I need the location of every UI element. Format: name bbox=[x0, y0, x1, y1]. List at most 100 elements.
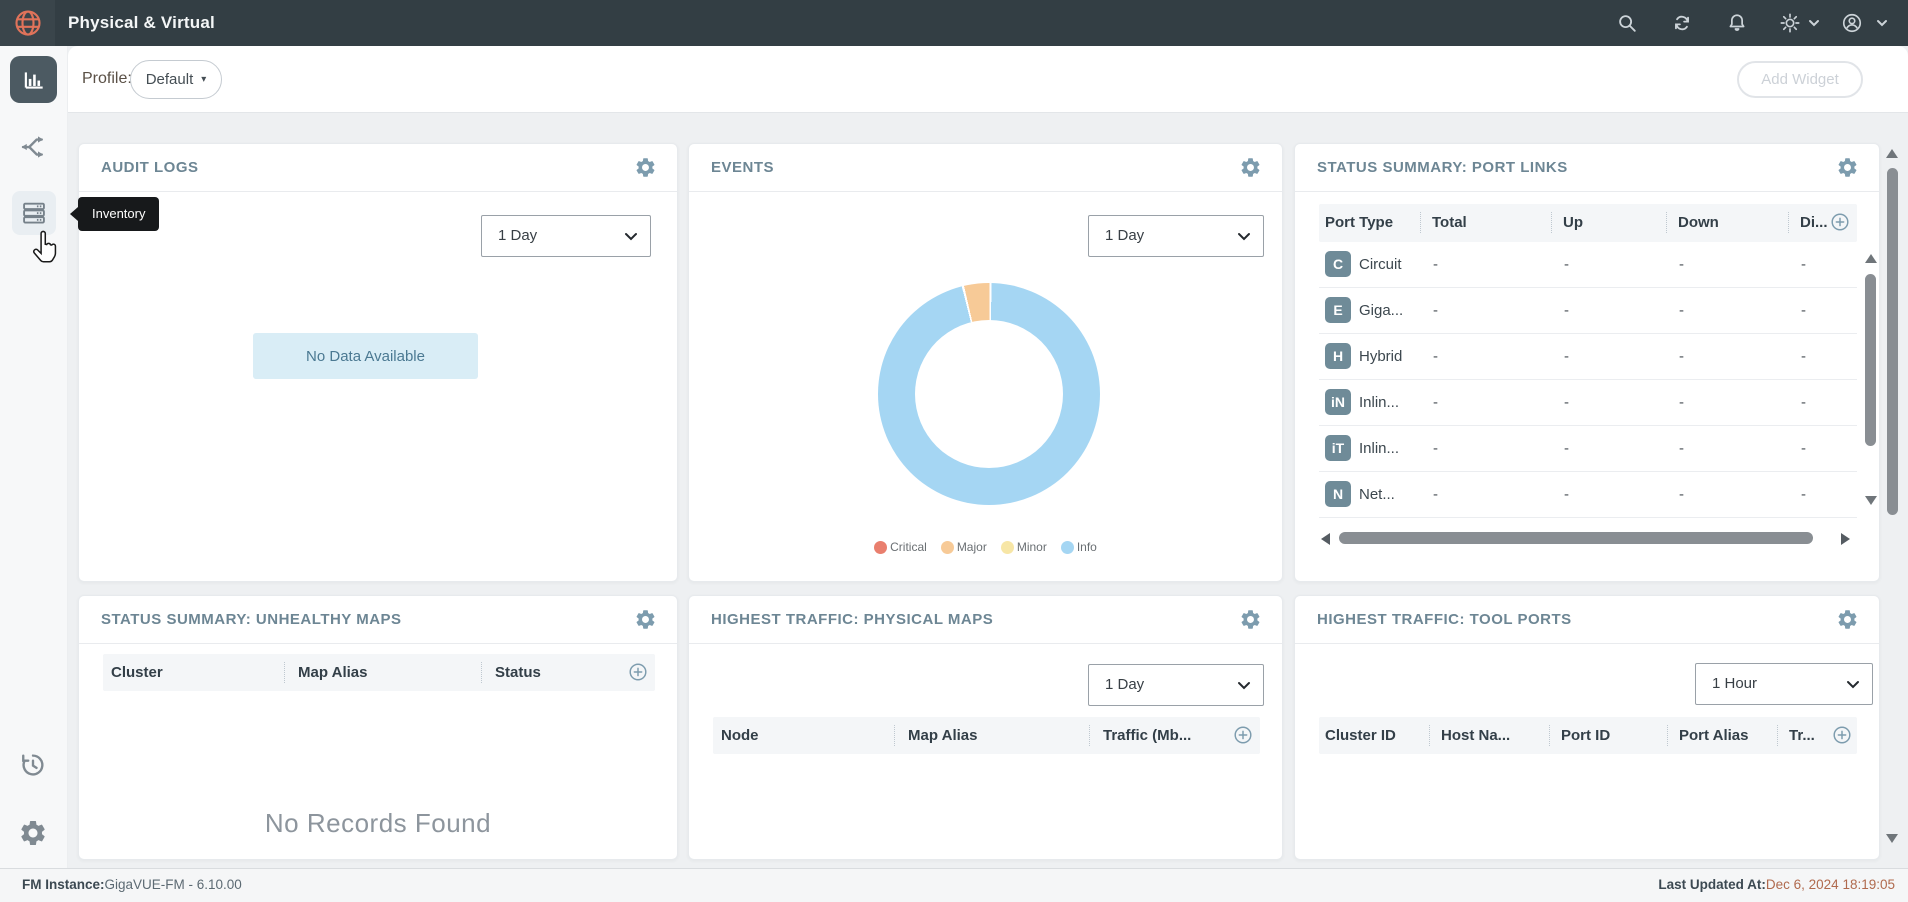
profile-select[interactable]: Default ▾ bbox=[130, 60, 222, 99]
user-chevron-down-icon[interactable] bbox=[1876, 18, 1888, 28]
user-account-icon[interactable] bbox=[1841, 12, 1863, 34]
table-scroll-right-arrow[interactable] bbox=[1841, 533, 1850, 545]
legend-item[interactable]: Info bbox=[1061, 540, 1097, 554]
chevron-down-icon bbox=[624, 232, 638, 241]
widget-header: EVENTS bbox=[689, 144, 1282, 192]
legend-item[interactable]: Critical bbox=[874, 540, 927, 554]
time-range-value: 1 Hour bbox=[1712, 664, 1757, 704]
gear-icon[interactable] bbox=[1836, 156, 1859, 179]
inventory-tooltip: Inventory bbox=[78, 197, 159, 231]
sidebar-item-recent[interactable] bbox=[18, 750, 48, 780]
page-vertical-scrollbar[interactable] bbox=[1887, 168, 1898, 515]
gear-icon[interactable] bbox=[634, 156, 657, 179]
column-header[interactable]: Port Type bbox=[1325, 204, 1393, 241]
widget-title: HIGHEST TRAFFIC: PHYSICAL MAPS bbox=[711, 596, 993, 643]
cell-disabled: - bbox=[1801, 334, 1806, 379]
legend-item[interactable]: Minor bbox=[1001, 540, 1047, 554]
gear-icon[interactable] bbox=[1239, 608, 1262, 631]
table-scroll-down-arrow[interactable] bbox=[1865, 496, 1877, 505]
column-separator bbox=[284, 662, 285, 683]
column-header[interactable]: Map Alias bbox=[298, 654, 367, 691]
page-scroll-down-arrow[interactable] bbox=[1886, 834, 1898, 843]
time-range-select[interactable]: 1 Day bbox=[1088, 215, 1264, 257]
column-header[interactable]: Status bbox=[495, 654, 541, 691]
globe-logo-icon bbox=[13, 8, 43, 38]
table-row[interactable]: iT Inlin... - - - - bbox=[1319, 426, 1857, 472]
port-type-label: Circuit bbox=[1359, 242, 1402, 287]
column-header[interactable]: Up bbox=[1563, 204, 1583, 241]
column-header[interactable]: Down bbox=[1678, 204, 1719, 241]
legend-label: Major bbox=[957, 540, 987, 554]
events-legend: Critical Major Minor Info bbox=[689, 540, 1282, 554]
add-column-icon[interactable] bbox=[1232, 724, 1254, 746]
widget-header: AUDIT LOGS bbox=[79, 144, 677, 192]
column-header[interactable]: Traffic (Mb... bbox=[1103, 717, 1191, 754]
column-header[interactable]: Total bbox=[1432, 204, 1467, 241]
widget-title: HIGHEST TRAFFIC: TOOL PORTS bbox=[1317, 596, 1572, 643]
page-scroll-up-arrow[interactable] bbox=[1886, 149, 1898, 158]
refresh-icon[interactable] bbox=[1671, 12, 1693, 34]
time-range-select[interactable]: 1 Hour bbox=[1695, 663, 1873, 705]
column-header[interactable]: Port ID bbox=[1561, 717, 1610, 754]
events-donut-chart[interactable] bbox=[878, 283, 1100, 505]
sidebar-item-settings[interactable] bbox=[18, 818, 48, 848]
search-icon[interactable] bbox=[1616, 12, 1638, 34]
table-row[interactable]: C Circuit - - - - bbox=[1319, 242, 1857, 288]
gear-icon[interactable] bbox=[1836, 608, 1859, 631]
no-records-message: No Records Found bbox=[79, 808, 677, 839]
table-row[interactable]: H Hybrid - - - - bbox=[1319, 334, 1857, 380]
add-widget-button[interactable]: Add Widget bbox=[1737, 61, 1863, 98]
table-scroll-left-arrow[interactable] bbox=[1321, 533, 1330, 545]
column-separator bbox=[1551, 212, 1552, 233]
sidebar-item-inventory[interactable] bbox=[12, 191, 56, 235]
notifications-bell-icon[interactable] bbox=[1726, 12, 1748, 34]
cell-up: - bbox=[1564, 334, 1569, 379]
theme-chevron-down-icon[interactable] bbox=[1808, 18, 1820, 28]
app-logo[interactable] bbox=[0, 0, 55, 46]
cell-disabled: - bbox=[1801, 472, 1806, 517]
column-header[interactable]: Host Na... bbox=[1441, 717, 1510, 754]
column-header[interactable]: Di... bbox=[1800, 204, 1828, 241]
cell-total: - bbox=[1433, 242, 1438, 287]
table-row[interactable]: iN Inlin... - - - - bbox=[1319, 380, 1857, 426]
table-row[interactable]: S Stac... bbox=[1319, 518, 1857, 526]
cell-down: - bbox=[1679, 426, 1684, 471]
table-vertical-scrollbar[interactable] bbox=[1865, 274, 1876, 446]
widget-title: STATUS SUMMARY: UNHEALTHY MAPS bbox=[101, 596, 402, 643]
sidebar-item-traffic[interactable] bbox=[18, 132, 48, 162]
column-header[interactable]: Node bbox=[721, 717, 759, 754]
column-header[interactable]: Cluster ID bbox=[1325, 717, 1396, 754]
port-type-label: Stac... bbox=[1359, 518, 1402, 526]
add-column-icon[interactable] bbox=[1829, 211, 1851, 233]
cell-total: - bbox=[1433, 334, 1438, 379]
gear-icon[interactable] bbox=[634, 608, 657, 631]
legend-item[interactable]: Major bbox=[941, 540, 987, 554]
table-row[interactable]: N Net... - - - - bbox=[1319, 472, 1857, 518]
table-row[interactable]: E Giga... - - - - bbox=[1319, 288, 1857, 334]
profile-select-value: Default bbox=[146, 71, 194, 88]
gear-icon[interactable] bbox=[1239, 156, 1262, 179]
status-footer: FM Instance:GigaVUE-FM - 6.10.00 Last Up… bbox=[0, 868, 1908, 902]
port-type-badge: N bbox=[1325, 481, 1351, 507]
table-horizontal-scrollbar[interactable] bbox=[1339, 532, 1813, 544]
time-range-select[interactable]: 1 Day bbox=[481, 215, 651, 257]
widget-unhealthy-maps: STATUS SUMMARY: UNHEALTHY MAPS Cluster M… bbox=[78, 595, 678, 860]
widget-events: EVENTS 1 Day Critical Major Minor Info bbox=[688, 143, 1283, 582]
tooltip-label: Inventory bbox=[92, 206, 145, 221]
table-scroll-up-arrow[interactable] bbox=[1865, 254, 1877, 263]
column-header[interactable]: Tr... bbox=[1789, 717, 1815, 754]
cell-disabled: - bbox=[1801, 380, 1806, 425]
column-header[interactable]: Cluster bbox=[111, 654, 163, 691]
widget-title: EVENTS bbox=[711, 144, 774, 191]
sidebar-item-dashboards[interactable] bbox=[10, 56, 57, 103]
port-type-badge: H bbox=[1325, 343, 1351, 369]
theme-sun-icon[interactable] bbox=[1779, 12, 1801, 34]
no-data-message: No Data Available bbox=[253, 333, 478, 379]
time-range-select[interactable]: 1 Day bbox=[1088, 664, 1264, 706]
legend-dot-icon bbox=[941, 541, 954, 554]
add-column-icon[interactable] bbox=[1831, 724, 1853, 746]
add-column-icon[interactable] bbox=[627, 661, 649, 683]
column-separator bbox=[1777, 725, 1778, 746]
column-header[interactable]: Port Alias bbox=[1679, 717, 1748, 754]
column-header[interactable]: Map Alias bbox=[908, 717, 977, 754]
